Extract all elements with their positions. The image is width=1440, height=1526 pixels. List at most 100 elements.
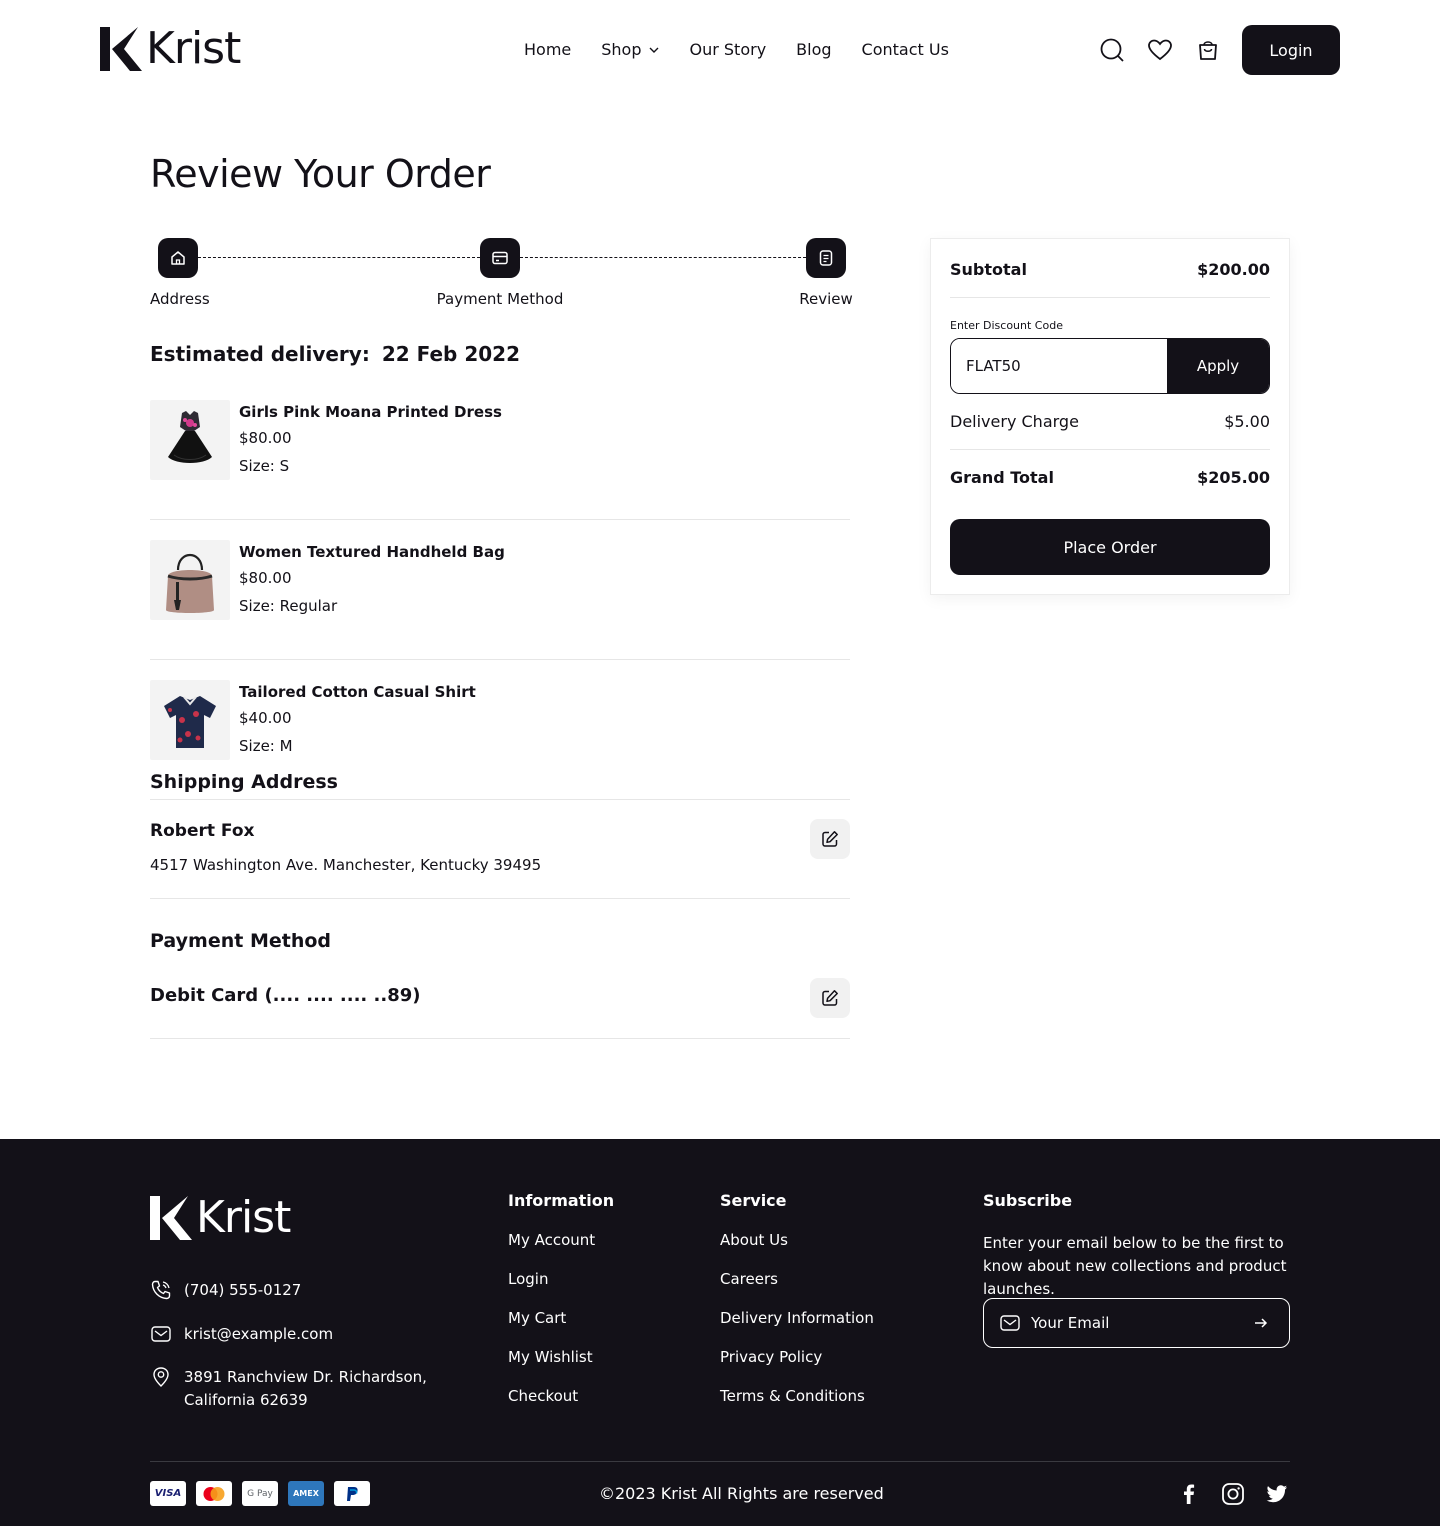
place-order-button[interactable]: Place Order bbox=[950, 519, 1270, 575]
footer-subscribe: Subscribe Enter your email below to be t… bbox=[983, 1190, 1293, 1301]
phone-icon bbox=[151, 1280, 171, 1300]
edit-icon bbox=[822, 831, 838, 847]
document-icon bbox=[819, 250, 833, 266]
footer-information: Information My Account Login My Cart My … bbox=[508, 1190, 614, 1407]
footer-link-terms[interactable]: Terms & Conditions bbox=[720, 1385, 874, 1407]
edit-shipping-button[interactable] bbox=[810, 819, 850, 859]
chevron-down-icon bbox=[649, 47, 658, 53]
step-address[interactable]: Address bbox=[150, 238, 210, 308]
order-items: Girls Pink Moana Printed Dress $80.00 Si… bbox=[150, 400, 850, 800]
product-size: Size: S bbox=[239, 457, 290, 475]
facebook-icon[interactable] bbox=[1176, 1481, 1202, 1507]
subtotal-row: Subtotal $200.00 bbox=[950, 260, 1270, 279]
nav-shop-label: Shop bbox=[601, 40, 642, 59]
nav-contact[interactable]: Contact Us bbox=[862, 38, 949, 62]
footer-service: Service About Us Careers Delivery Inform… bbox=[720, 1190, 874, 1407]
order-item: Women Textured Handheld Bag $80.00 Size:… bbox=[150, 540, 850, 660]
grand-total-label: Grand Total bbox=[950, 468, 1054, 487]
footer-link-my-wishlist[interactable]: My Wishlist bbox=[508, 1346, 614, 1368]
brand-logo[interactable]: Krist bbox=[100, 23, 241, 74]
footer-link-careers[interactable]: Careers bbox=[720, 1268, 874, 1290]
subscribe-email-input[interactable] bbox=[1031, 1314, 1241, 1332]
nav-blog[interactable]: Blog bbox=[796, 38, 831, 62]
grand-total-value: $205.00 bbox=[1197, 468, 1270, 487]
footer-link-login[interactable]: Login bbox=[508, 1268, 614, 1290]
product-image-shirt bbox=[150, 680, 230, 760]
visa-icon: VISA bbox=[150, 1481, 186, 1506]
product-price: $40.00 bbox=[239, 709, 292, 727]
brand-name: Krist bbox=[146, 23, 241, 74]
step-label: Address bbox=[150, 290, 210, 308]
page-title: Review Your Order bbox=[150, 152, 491, 196]
nav-home-label: Home bbox=[524, 40, 572, 59]
footer-phone-text: (704) 555-0127 bbox=[184, 1281, 302, 1299]
product-name[interactable]: Girls Pink Moana Printed Dress bbox=[239, 400, 502, 424]
main-nav: Home Shop Our Story Blog Contact Us bbox=[524, 38, 949, 62]
order-summary: Subtotal $200.00 Enter Discount Code App… bbox=[930, 238, 1290, 595]
footer-email-text: krist@example.com bbox=[184, 1325, 334, 1343]
payment-methods: VISA G Pay AMEX bbox=[150, 1481, 370, 1506]
step-icon-box bbox=[480, 238, 520, 278]
delivery-label: Delivery Charge bbox=[950, 412, 1079, 431]
nav-our-story[interactable]: Our Story bbox=[690, 38, 767, 62]
mail-icon bbox=[1000, 1315, 1020, 1331]
footer-link-about-us[interactable]: About Us bbox=[720, 1229, 874, 1251]
step-payment[interactable]: Payment Method bbox=[433, 238, 567, 308]
mastercard-icon bbox=[196, 1481, 232, 1506]
footer-link-checkout[interactable]: Checkout bbox=[508, 1385, 614, 1407]
payment-card: Debit Card (.... .... .... ..89) bbox=[150, 985, 421, 1006]
paypal-icon bbox=[334, 1481, 370, 1506]
heart-icon[interactable] bbox=[1146, 36, 1174, 64]
footer-brand-name: Krist bbox=[196, 1192, 291, 1243]
footer-link-delivery-information[interactable]: Delivery Information bbox=[720, 1307, 874, 1329]
footer-information-title: Information bbox=[508, 1191, 615, 1210]
footer-link-privacy-policy[interactable]: Privacy Policy bbox=[720, 1346, 874, 1368]
subscribe-field bbox=[983, 1298, 1290, 1348]
login-button[interactable]: Login bbox=[1242, 25, 1340, 75]
footer-address-line1: 3891 Ranchview Dr. Richardson, bbox=[184, 1368, 427, 1386]
grand-total-row: Grand Total $205.00 bbox=[950, 468, 1270, 487]
product-image-dress bbox=[150, 400, 230, 480]
nav-home[interactable]: Home bbox=[524, 38, 571, 62]
estimated-delivery-label: Estimated delivery: bbox=[150, 342, 370, 366]
product-price: $80.00 bbox=[239, 569, 292, 587]
footer-logo[interactable]: Krist bbox=[150, 1192, 291, 1243]
discount-input[interactable] bbox=[951, 339, 1167, 393]
header-icons bbox=[1098, 36, 1222, 64]
product-name[interactable]: Women Textured Handheld Bag bbox=[239, 540, 505, 564]
home-icon bbox=[171, 251, 185, 265]
edit-icon bbox=[822, 990, 838, 1006]
nav-contact-label: Contact Us bbox=[861, 40, 949, 59]
shipping-address: 4517 Washington Ave. Manchester, Kentuck… bbox=[150, 856, 542, 874]
footer-phone[interactable]: (704) 555-0127 bbox=[150, 1279, 301, 1302]
step-review[interactable]: Review bbox=[798, 238, 854, 308]
step-icon-box bbox=[806, 238, 846, 278]
estimated-delivery-date: 22 Feb 2022 bbox=[381, 342, 520, 366]
nav-blog-label: Blog bbox=[796, 40, 832, 59]
discount-field: Apply bbox=[950, 338, 1270, 394]
edit-payment-button[interactable] bbox=[810, 978, 850, 1018]
location-icon bbox=[153, 1367, 169, 1387]
nav-our-story-label: Our Story bbox=[689, 40, 767, 59]
footer-subscribe-text: Enter your email below to be the first t… bbox=[983, 1234, 1287, 1298]
product-name[interactable]: Tailored Cotton Casual Shirt bbox=[239, 680, 476, 704]
divider bbox=[950, 449, 1270, 450]
shipping-name: Robert Fox bbox=[150, 821, 255, 841]
instagram-icon[interactable] bbox=[1220, 1481, 1246, 1507]
search-icon[interactable] bbox=[1098, 36, 1126, 64]
footer-link-my-cart[interactable]: My Cart bbox=[508, 1307, 614, 1329]
subscribe-submit-button[interactable] bbox=[1241, 1303, 1281, 1343]
product-image-bag bbox=[150, 540, 230, 620]
card-icon bbox=[492, 251, 508, 265]
footer-link-my-account[interactable]: My Account bbox=[508, 1229, 614, 1251]
cart-icon[interactable] bbox=[1194, 36, 1222, 64]
krist-logo-icon bbox=[150, 1196, 192, 1240]
twitter-icon[interactable] bbox=[1264, 1481, 1290, 1507]
gpay-icon: G Pay bbox=[242, 1481, 278, 1506]
shipping-title: Shipping Address bbox=[150, 771, 338, 793]
nav-shop[interactable]: Shop bbox=[601, 38, 659, 62]
apply-button[interactable]: Apply bbox=[1167, 339, 1269, 393]
footer-email[interactable]: krist@example.com bbox=[150, 1323, 333, 1346]
delivery-row: Delivery Charge $5.00 bbox=[950, 412, 1270, 431]
mail-icon bbox=[151, 1326, 171, 1342]
